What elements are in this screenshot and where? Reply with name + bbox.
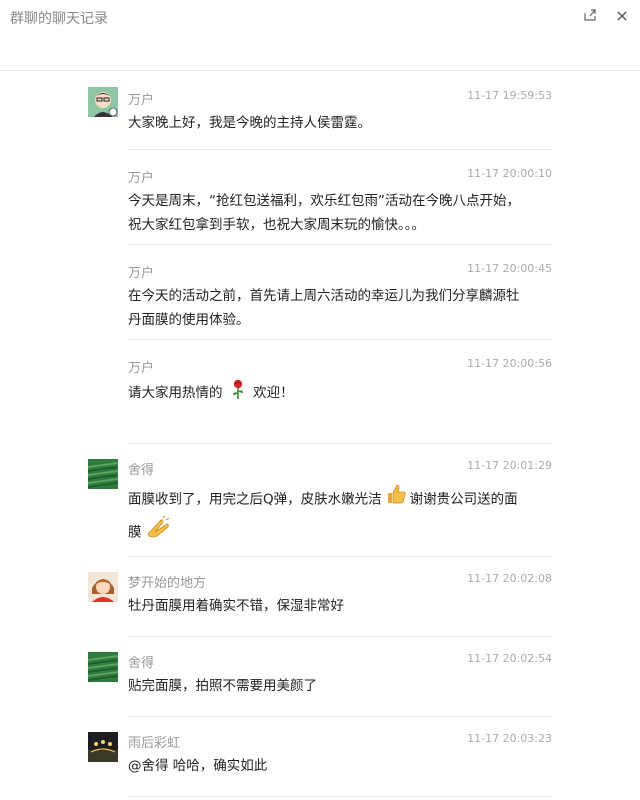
thumbs-up-emoji-icon: [385, 483, 407, 516]
sender-name: 雨后彩虹: [128, 736, 181, 751]
avatar[interactable]: [88, 572, 118, 602]
divider: [128, 149, 552, 150]
message-time: 11-17 20:03:23: [467, 732, 552, 745]
rose-emoji-icon: [230, 379, 246, 407]
share-button[interactable]: [578, 4, 602, 28]
divider: [128, 556, 552, 557]
message-text-after: 欢迎！: [253, 385, 294, 401]
message-time: 11-17 20:01:29: [467, 459, 552, 472]
sender-name: 万户: [128, 361, 155, 376]
divider: [128, 796, 552, 797]
close-icon: [616, 7, 628, 26]
share-icon: [583, 7, 597, 26]
divider: [128, 339, 552, 340]
title-bar: 群聊的聊天记录: [0, 0, 640, 71]
message-text: 面膜收到了，用完之后Q弹，皮肤水嫩光洁 谢谢贵公司送的面膜: [128, 483, 528, 549]
clap-emoji-icon: [145, 515, 171, 549]
message-text: 在今天的活动之前，首先请上周六活动的幸运儿为我们分享麟源牡丹面膜的使用体验。: [128, 288, 520, 328]
divider: [128, 636, 552, 637]
window-title: 群聊的聊天记录: [10, 11, 108, 27]
message-time: 11-17 20:00:10: [467, 167, 552, 180]
close-button[interactable]: [610, 4, 634, 28]
message-time: 11-17 20:02:54: [467, 652, 552, 665]
avatar[interactable]: [88, 652, 118, 682]
divider: [128, 716, 552, 717]
divider: [128, 244, 552, 245]
message-text: 贴完面膜，拍照不需要用美颜了: [128, 678, 317, 694]
sender-name: 梦开始的地方: [128, 576, 207, 591]
message-text: @舍得 哈哈，确实如此: [128, 758, 268, 774]
sender-name: 舍得: [128, 463, 155, 478]
message-text-part1: 面膜收到了，用完之后Q弹，皮肤水嫩光洁: [128, 491, 382, 508]
message-text-before: 请大家用热情的: [128, 385, 223, 401]
sender-name: 万户: [128, 171, 155, 186]
avatar[interactable]: [88, 87, 118, 117]
message-time: 11-17 20:00:56: [467, 357, 552, 370]
message-text: 今天是周末，“抢红包送福利，欢乐红包雨”活动在今晚八点开始，祝大家红包拿到手软，…: [128, 193, 520, 233]
avatar[interactable]: [88, 459, 118, 489]
message-time: 11-17 20:00:45: [467, 262, 552, 275]
message-text: 牡丹面膜用着确实不错，保湿非常好: [128, 598, 344, 614]
sender-name: 万户: [128, 93, 155, 108]
divider: [128, 443, 552, 444]
sender-name: 舍得: [128, 656, 155, 671]
sender-name: 万户: [128, 266, 155, 281]
message-text: 请大家用热情的 欢迎！: [128, 379, 528, 407]
message-time: 11-17 20:02:08: [467, 572, 552, 585]
message-time: 11-17 19:59:53: [467, 89, 552, 102]
message-text: 大家晚上好，我是今晚的主持人侯雷霆。: [128, 115, 371, 131]
avatar[interactable]: [88, 732, 118, 762]
